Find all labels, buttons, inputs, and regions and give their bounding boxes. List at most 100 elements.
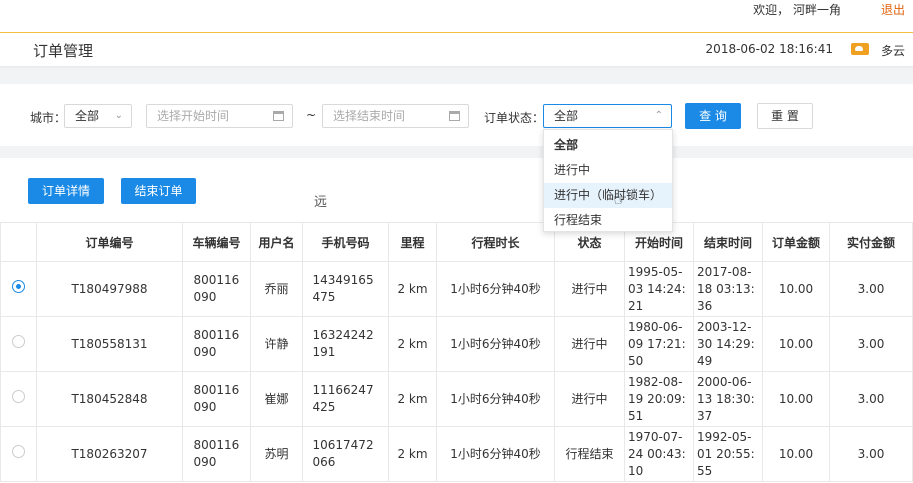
order-status-select-value: 全部 (554, 109, 579, 123)
vehicle-id-text: 800116090 (193, 273, 240, 304)
city-select[interactable]: 全部 ⌄ (64, 104, 132, 128)
city-select-value: 全部 (75, 109, 100, 123)
dropdown-option-trip-ended[interactable]: 行程结束 (544, 208, 672, 233)
filter-panel: 城市： 全部 ⌄ 选择开始时间 ~ 选择结束时间 订单状态： 全部 ⌃ 查 询 … (0, 84, 913, 146)
mileage-cell: 2 km (388, 371, 437, 427)
order-amount-cell: 10.00 (762, 371, 830, 427)
phone-text: 11166247425 (312, 383, 374, 414)
order-id-cell: T180558131 (36, 316, 183, 372)
end-time-input[interactable]: 选择结束时间 (322, 104, 469, 128)
table-row[interactable]: T180263207 800116090 苏明 10617472066 2 km… (0, 426, 913, 482)
status-cell: 行程结束 (554, 426, 625, 482)
finish-order-button[interactable]: 结束订单 (121, 178, 196, 204)
order-status-select[interactable]: 全部 ⌃ (543, 104, 672, 128)
status-cell: 进行中 (554, 371, 625, 427)
column-header: 行程时长 (436, 222, 555, 262)
phone-text: 16324242191 (312, 328, 374, 359)
end-time-text: 2000-06-13 18:30:37 (697, 374, 755, 423)
vehicle-id-text: 800116090 (193, 383, 240, 414)
hand-cursor-icon: ☞ (613, 190, 628, 209)
mileage-cell: 2 km (388, 261, 437, 317)
page-title: 订单管理 (33, 42, 94, 60)
mileage-cell: 2 km (388, 316, 437, 372)
content-panel: 订单详情 结束订单 远 订单编号 车辆编号 用户名 手机号码 里程 行程时长 状… (0, 158, 913, 483)
end-time-text: 2003-12-30 14:29:49 (697, 319, 755, 368)
end-time-text: 1992-05-01 20:55:55 (697, 429, 755, 478)
status-cell: 进行中 (554, 316, 625, 372)
weather-text: 多云 (880, 44, 905, 58)
order-amount-cell: 10.00 (762, 316, 830, 372)
radio-button[interactable] (12, 280, 25, 293)
radio-button[interactable] (12, 335, 25, 348)
stray-text: 远 (314, 195, 328, 210)
start-time-text: 1980-06-09 17:21:50 (628, 319, 686, 368)
table-header-row: 订单编号 车辆编号 用户名 手机号码 里程 行程时长 状态 开始时间 结束时间 … (0, 222, 913, 262)
city-label: 城市： (30, 111, 67, 125)
column-header: 手机号码 (302, 222, 389, 262)
column-header: 订单编号 (36, 222, 183, 262)
order-status-dropdown: 全部 进行中 进行中（临时锁车） 行程结束 (543, 129, 673, 232)
paid-amount-cell: 3.00 (829, 371, 913, 427)
column-header: 结束时间 (693, 222, 763, 262)
duration-cell: 1小时6分钟40秒 (436, 371, 555, 427)
calendar-icon (273, 111, 284, 121)
mileage-cell: 2 km (388, 426, 437, 482)
table-row[interactable]: T180558131 800116090 许静 16324242191 2 km… (0, 316, 913, 372)
datetime-text: 2018-06-02 18:16:41 (705, 42, 833, 56)
column-header: 里程 (388, 222, 437, 262)
column-header: 订单金额 (762, 222, 830, 262)
row-radio-cell[interactable] (0, 316, 37, 372)
phone-cell: 10617472066 (302, 426, 389, 482)
start-time-text: 1982-08-19 20:09:51 (628, 374, 686, 423)
vehicle-id-cell: 800116090 (182, 316, 251, 372)
order-id-cell: T180263207 (36, 426, 183, 482)
phone-cell: 11166247425 (302, 371, 389, 427)
vehicle-id-cell: 800116090 (182, 261, 251, 317)
table-row[interactable]: T180497988 800116090 乔丽 14349165475 2 km… (0, 261, 913, 317)
row-radio-cell[interactable] (0, 371, 37, 427)
range-separator: ~ (306, 108, 317, 122)
username-cell: 苏明 (250, 426, 303, 482)
start-time-input[interactable]: 选择开始时间 (146, 104, 293, 128)
start-time-cell: 1995-05-03 14:24:21 (624, 261, 694, 317)
vehicle-id-text: 800116090 (193, 438, 240, 469)
paid-amount-cell: 3.00 (829, 261, 913, 317)
dropdown-option-in-progress[interactable]: 进行中 (544, 158, 672, 183)
vehicle-id-text: 800116090 (193, 328, 240, 359)
phone-cell: 14349165475 (302, 261, 389, 317)
start-time-cell: 1982-08-19 20:09:51 (624, 371, 694, 427)
end-time-text: 2017-08-18 03:13:36 (697, 264, 755, 313)
dropdown-option-temp-locked[interactable]: 进行中（临时锁车） (544, 183, 672, 208)
vehicle-id-cell: 800116090 (182, 426, 251, 482)
dropdown-option-all[interactable]: 全部 (544, 133, 672, 158)
duration-cell: 1小时6分钟40秒 (436, 261, 555, 317)
orders-table: 订单编号 车辆编号 用户名 手机号码 里程 行程时长 状态 开始时间 结束时间 … (0, 222, 913, 482)
column-header: 实付金额 (829, 222, 913, 262)
top-bar: 欢迎， 河畔一角 退出 (0, 0, 913, 32)
chevron-down-icon: ⌄ (114, 110, 123, 121)
end-time-cell: 2000-06-13 18:30:37 (693, 371, 763, 427)
radio-button[interactable] (12, 445, 25, 458)
username-cell: 乔丽 (250, 261, 303, 317)
order-detail-button[interactable]: 订单详情 (28, 178, 104, 204)
end-time-cell: 2003-12-30 14:29:49 (693, 316, 763, 372)
column-header: 车辆编号 (182, 222, 251, 262)
logout-link[interactable]: 退出 (881, 1, 905, 18)
table-row[interactable]: T180452848 800116090 崔娜 11166247425 2 km… (0, 371, 913, 427)
title-bar: 订单管理 2018-06-02 18:16:41 多云 (0, 32, 913, 66)
start-time-text: 1995-05-03 14:24:21 (628, 264, 686, 313)
username-cell: 崔娜 (250, 371, 303, 427)
duration-cell: 1小时6分钟40秒 (436, 316, 555, 372)
query-button[interactable]: 查 询 (685, 103, 741, 129)
end-time-cell: 2017-08-18 03:13:36 (693, 261, 763, 317)
radio-button[interactable] (12, 390, 25, 403)
order-id-cell: T180497988 (36, 261, 183, 317)
order-amount-cell: 10.00 (762, 426, 830, 482)
chevron-up-icon: ⌃ (654, 110, 663, 121)
vehicle-id-cell: 800116090 (182, 371, 251, 427)
row-radio-cell[interactable] (0, 426, 37, 482)
start-time-text: 1970-07-24 00:43:10 (628, 429, 686, 478)
reset-button[interactable]: 重 置 (757, 103, 813, 129)
start-time-cell: 1980-06-09 17:21:50 (624, 316, 694, 372)
row-radio-cell[interactable] (0, 261, 37, 317)
